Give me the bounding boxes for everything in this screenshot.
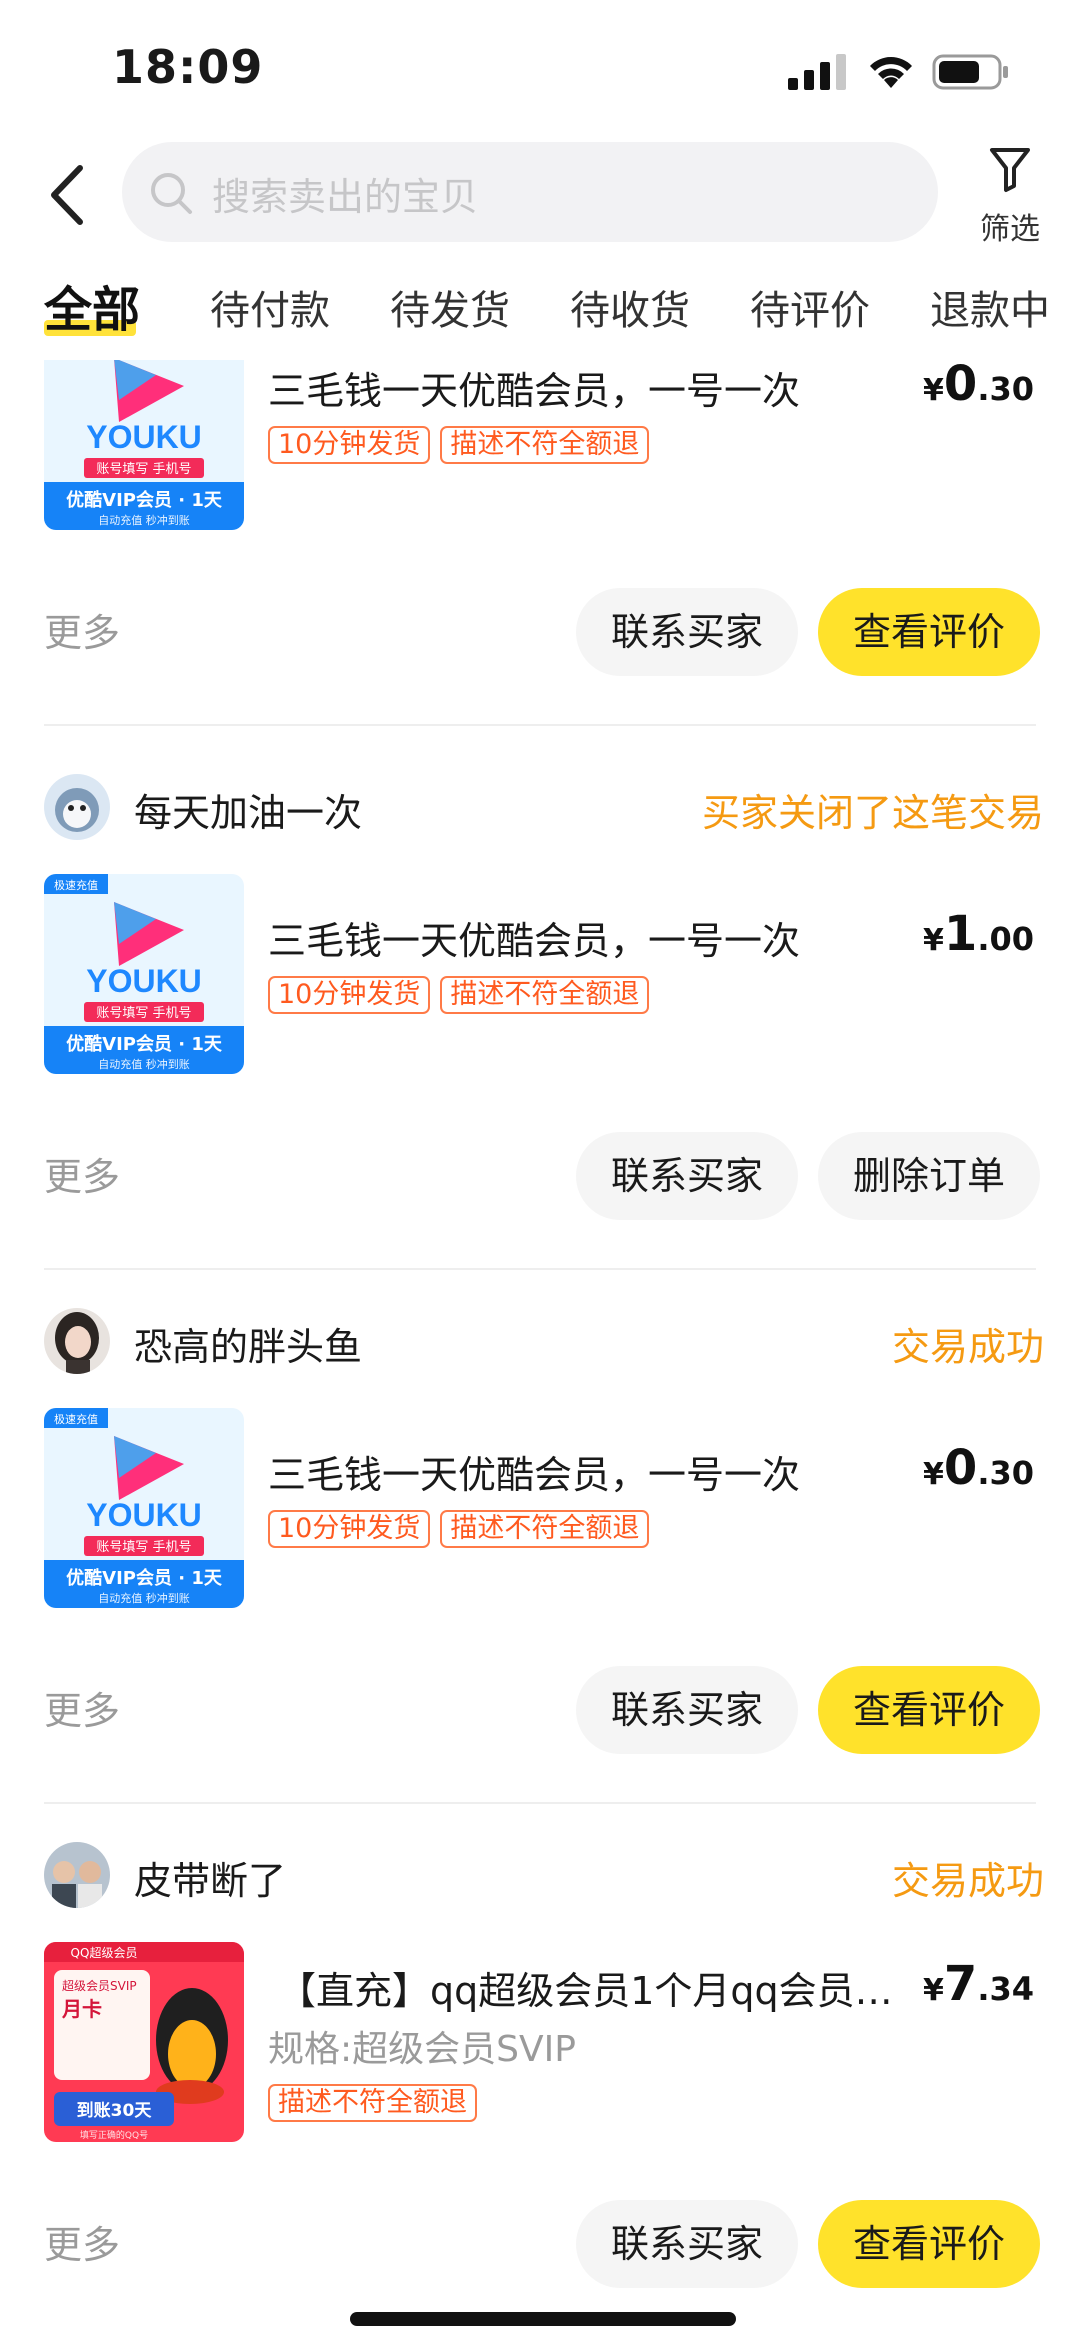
signal-icon bbox=[788, 54, 846, 90]
svg-text:自动充值 秒冲到账: 自动充值 秒冲到账 bbox=[98, 513, 190, 527]
price: ¥1.00 bbox=[923, 906, 1034, 962]
contact-buyer-button[interactable]: 联系买家 bbox=[576, 2200, 798, 2288]
status-time: 18:09 bbox=[112, 40, 264, 94]
search-placeholder: 搜索卖出的宝贝 bbox=[212, 175, 479, 219]
svg-text:极速充值: 极速充值 bbox=[54, 878, 98, 892]
service-tags: 10分钟发货 描述不符全额退 bbox=[268, 1510, 659, 1550]
svg-text:账号填写 手机号: 账号填写 手机号 bbox=[96, 1006, 191, 1021]
order-tabs: 全部 待付款 待发货 待收货 待评价 退款中 bbox=[0, 268, 1080, 348]
order-card[interactable]: 恐高的胖头鱼 交易成功 极速充值 YOUKU 账号填写 手机号 优酷VIP会员 … bbox=[0, 1308, 1080, 1828]
svg-text:优酷VIP会员 · 1天: 优酷VIP会员 · 1天 bbox=[66, 489, 223, 511]
tab-all[interactable]: 全部 bbox=[44, 270, 140, 340]
product-title[interactable]: 三毛钱一天优酷会员，一号一次 bbox=[268, 910, 800, 965]
tab-pending-shipment[interactable]: 待发货 bbox=[390, 278, 510, 336]
product-thumbnail-youku[interactable]: YOUKU 账号填写 手机号 优酷VIP会员 · 1天 自动充值 秒冲到账 bbox=[44, 360, 244, 530]
price: ¥0.30 bbox=[923, 360, 1034, 412]
svg-text:优酷VIP会员 · 1天: 优酷VIP会员 · 1天 bbox=[66, 1567, 223, 1589]
product-title[interactable]: 三毛钱一天优酷会员，一号一次 bbox=[268, 1444, 800, 1499]
svg-text:月卡: 月卡 bbox=[61, 1997, 102, 2021]
service-tags: 描述不符全额退 bbox=[268, 2084, 487, 2124]
tag-refund-guarantee: 描述不符全额退 bbox=[440, 1510, 650, 1548]
filter-label: 筛选 bbox=[980, 212, 1040, 247]
service-tags: 10分钟发货 描述不符全额退 bbox=[268, 976, 659, 1016]
tab-refunding[interactable]: 退款中 bbox=[930, 278, 1050, 336]
svg-text:极速充值: 极速充值 bbox=[54, 1412, 98, 1426]
wifi-icon bbox=[870, 57, 912, 88]
svg-text:到账30天: 到账30天 bbox=[77, 2101, 153, 2121]
seller-name[interactable]: 皮带断了 bbox=[134, 1850, 286, 1905]
view-review-button[interactable]: 查看评价 bbox=[818, 588, 1040, 676]
search-bar[interactable]: 搜索卖出的宝贝 bbox=[122, 142, 938, 242]
price: ¥7.34 bbox=[923, 1956, 1034, 2012]
header: 搜索卖出的宝贝 筛选 bbox=[0, 130, 1080, 260]
more-button[interactable]: 更多 bbox=[44, 1680, 120, 1735]
svg-text:自动充值 秒冲到账: 自动充值 秒冲到账 bbox=[98, 1057, 190, 1071]
order-card[interactable]: 每天加油一次 买家关闭了这笔交易 极速充值 YOUKU 账号填写 手机号 优酷V… bbox=[0, 774, 1080, 1294]
contact-buyer-button[interactable]: 联系买家 bbox=[576, 588, 798, 676]
tab-pending-payment[interactable]: 待付款 bbox=[210, 278, 330, 336]
delete-order-button[interactable]: 删除订单 bbox=[818, 1132, 1040, 1220]
product-title[interactable]: 三毛钱一天优酷会员，一号一次 bbox=[268, 360, 800, 415]
divider bbox=[44, 724, 1036, 726]
filter-icon bbox=[990, 148, 1030, 192]
status-bar: 18:09 bbox=[0, 0, 1080, 130]
divider bbox=[44, 1268, 1036, 1270]
avatar[interactable] bbox=[44, 774, 110, 840]
seller-row: 皮带断了 交易成功 bbox=[44, 1842, 1044, 1912]
svg-text:自动充值 秒冲到账: 自动充值 秒冲到账 bbox=[98, 1591, 190, 1605]
avatar[interactable] bbox=[44, 1842, 110, 1908]
product-thumbnail-youku[interactable]: 极速充值 YOUKU 账号填写 手机号 优酷VIP会员 · 1天 自动充值 秒冲… bbox=[44, 1408, 244, 1608]
order-card[interactable]: 皮带断了 交易成功 QQ超级会员 超级会员SVIP 月卡 到账30天 填写正确的… bbox=[0, 1842, 1080, 2337]
svg-text:YOUKU: YOUKU bbox=[86, 419, 202, 455]
svg-text:YOUKU: YOUKU bbox=[86, 963, 202, 999]
product-title[interactable]: 【直充】qq超级会员1个月qq会员… bbox=[278, 1960, 893, 2015]
svg-text:账号填写 手机号: 账号填写 手机号 bbox=[96, 462, 191, 477]
tag-refund-guarantee: 描述不符全额退 bbox=[440, 976, 650, 1014]
contact-buyer-button[interactable]: 联系买家 bbox=[576, 1132, 798, 1220]
tag-fast-ship: 10分钟发货 bbox=[268, 1510, 431, 1548]
home-indicator[interactable] bbox=[350, 2312, 736, 2326]
more-button[interactable]: 更多 bbox=[44, 1146, 120, 1201]
back-icon[interactable] bbox=[46, 162, 90, 228]
product-spec: 规格:超级会员SVIP bbox=[268, 2029, 576, 2070]
order-list: YOUKU 账号填写 手机号 优酷VIP会员 · 1天 自动充值 秒冲到账 三毛… bbox=[0, 360, 1080, 2337]
tag-fast-ship: 10分钟发货 bbox=[268, 426, 431, 464]
tab-pending-review[interactable]: 待评价 bbox=[750, 278, 870, 336]
contact-buyer-button[interactable]: 联系买家 bbox=[576, 1666, 798, 1754]
price: ¥0.30 bbox=[923, 1440, 1034, 1496]
battery-icon bbox=[932, 54, 1008, 90]
seller-name[interactable]: 每天加油一次 bbox=[134, 782, 362, 837]
seller-row: 恐高的胖头鱼 交易成功 bbox=[44, 1308, 1044, 1378]
tag-refund-guarantee: 描述不符全额退 bbox=[440, 426, 650, 464]
svg-text:优酷VIP会员 · 1天: 优酷VIP会员 · 1天 bbox=[66, 1033, 223, 1055]
view-review-button[interactable]: 查看评价 bbox=[818, 1666, 1040, 1754]
more-button[interactable]: 更多 bbox=[44, 602, 120, 657]
order-status: 交易成功 bbox=[891, 1325, 1044, 1369]
svg-text:QQ超级会员: QQ超级会员 bbox=[71, 1945, 138, 1960]
seller-name[interactable]: 恐高的胖头鱼 bbox=[134, 1316, 362, 1371]
service-tags: 10分钟发货 描述不符全额退 bbox=[268, 426, 659, 466]
view-review-button[interactable]: 查看评价 bbox=[818, 2200, 1040, 2288]
more-button[interactable]: 更多 bbox=[44, 2214, 120, 2269]
divider bbox=[44, 1802, 1036, 1804]
search-icon bbox=[151, 173, 192, 214]
product-thumbnail-qq[interactable]: QQ超级会员 超级会员SVIP 月卡 到账30天 填写正确的QQ号 bbox=[44, 1942, 244, 2142]
avatar[interactable] bbox=[44, 1308, 110, 1374]
tab-pending-receipt[interactable]: 待收货 bbox=[570, 278, 690, 336]
svg-text:超级会员SVIP: 超级会员SVIP bbox=[62, 1978, 137, 1993]
svg-text:账号填写 手机号: 账号填写 手机号 bbox=[96, 1540, 191, 1555]
order-status: 交易成功 bbox=[891, 1859, 1044, 1903]
svg-text:填写正确的QQ号: 填写正确的QQ号 bbox=[80, 2129, 148, 2141]
svg-text:YOUKU: YOUKU bbox=[86, 1497, 202, 1533]
order-status: 买家关闭了这笔交易 bbox=[701, 791, 1044, 835]
product-thumbnail-youku[interactable]: 极速充值 YOUKU 账号填写 手机号 优酷VIP会员 · 1天 自动充值 秒冲… bbox=[44, 874, 244, 1074]
seller-row: 每天加油一次 买家关闭了这笔交易 bbox=[44, 774, 1044, 844]
filter-button[interactable]: 筛选 bbox=[960, 146, 1060, 256]
tag-fast-ship: 10分钟发货 bbox=[268, 976, 431, 1014]
tag-refund-guarantee: 描述不符全额退 bbox=[268, 2084, 477, 2122]
